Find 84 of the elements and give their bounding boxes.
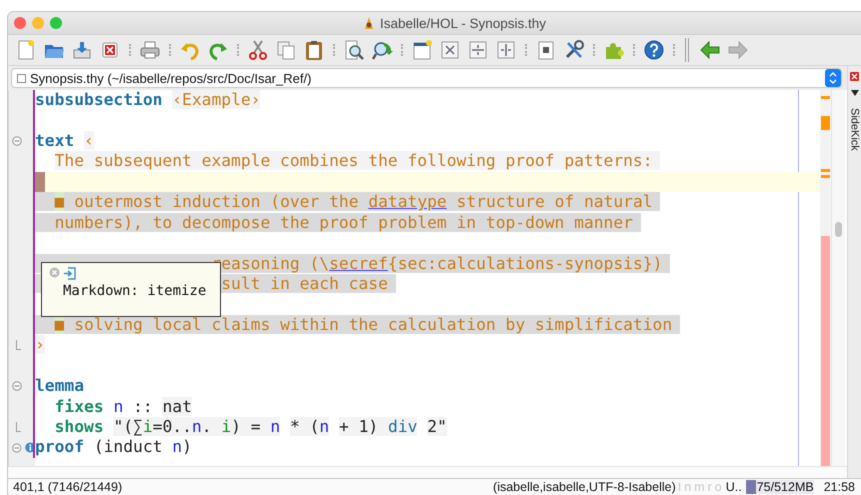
fold-end-icon	[16, 340, 21, 350]
prose-text: {sec:calculations-synopsis})	[388, 254, 670, 272]
overview-marker[interactable]	[821, 169, 830, 172]
prose-text: reasoning (\	[211, 254, 330, 272]
scroll-thumb[interactable]	[835, 222, 842, 237]
reference-link[interactable]: datatype	[368, 192, 447, 212]
window-star-icon[interactable]	[411, 39, 433, 61]
memory-reading: 75/512MB	[756, 480, 814, 494]
variable: n	[270, 417, 280, 436]
string-text: * (	[290, 417, 320, 436]
string-text: + 1)	[339, 417, 388, 436]
code-text: )	[182, 437, 192, 456]
keyword: text	[35, 130, 74, 150]
clock: 21:58	[824, 480, 855, 494]
overview-marker[interactable]	[821, 96, 830, 99]
keyword: shows	[54, 417, 104, 436]
type-name: nat	[162, 396, 192, 416]
clipboard-icon[interactable]	[303, 39, 325, 61]
tools-icon[interactable]	[563, 39, 585, 61]
stepper-icon[interactable]	[825, 69, 841, 87]
tooltip-text: Markdown: itemize	[62, 282, 208, 299]
prose-text: numbers), to decompose the proof problem in top-down manner	[54, 212, 641, 232]
keyword: proof	[35, 437, 84, 456]
string-text: .	[202, 417, 222, 436]
fold-icon[interactable]	[12, 381, 22, 392]
bullet-mark: ■	[54, 192, 64, 212]
close-window-button[interactable]	[14, 17, 26, 29]
caret-position: 401,1 (7146/21449)	[13, 480, 122, 494]
text-cartouche: ‹	[84, 130, 94, 150]
fold-icon[interactable]	[12, 442, 22, 453]
variable: n	[192, 417, 202, 436]
bound-variable: i	[221, 417, 232, 436]
variable: n	[319, 417, 330, 436]
code-text: ::	[133, 396, 154, 416]
app-icon	[362, 16, 375, 30]
prose-text: sult in each case	[221, 274, 396, 293]
constant: div	[388, 417, 418, 436]
code-text: (induct	[94, 437, 164, 456]
text-cursor	[35, 172, 45, 192]
overview-marker[interactable]	[821, 116, 830, 130]
keyword: lemma	[35, 376, 84, 396]
status-item[interactable]: U..	[726, 480, 742, 494]
copy-icon[interactable]	[275, 39, 297, 61]
fold-end-icon	[16, 422, 21, 432]
mode-info: (isabelle,isabelle,UTF-8-Isabelle)	[493, 480, 676, 494]
back-icon[interactable]	[699, 39, 721, 61]
horizontal-scrollbar[interactable]	[8, 466, 847, 478]
split-horizontal-icon[interactable]	[467, 39, 489, 61]
pin-arrow-icon[interactable]	[64, 267, 76, 280]
overview-marker[interactable]	[821, 175, 830, 178]
help-icon[interactable]	[643, 39, 665, 61]
prose-text: outermost induction (over the	[74, 192, 368, 212]
prose-text: solving local claims within the calculation by simplification	[74, 314, 680, 334]
reference-link[interactable]: secref	[329, 254, 388, 272]
window-title: Isabelle/HOL - Synopsis.thy	[380, 16, 546, 30]
dock-tab[interactable]: SideKick	[848, 108, 860, 151]
variable: n	[172, 437, 182, 456]
split-vertical-icon[interactable]	[495, 39, 517, 61]
string-text: =0..	[152, 417, 192, 436]
text-cartouche: ‹Example›	[172, 90, 260, 109]
scrollbar[interactable]	[831, 90, 845, 466]
string-text: "(∑	[113, 417, 143, 436]
variable: n	[113, 396, 124, 416]
printer-icon[interactable]	[139, 39, 161, 61]
string-text: ) =	[231, 417, 270, 436]
search-icon[interactable]	[343, 39, 365, 61]
bound-variable: i	[142, 417, 153, 436]
zoom-button[interactable]	[50, 17, 62, 29]
scissors-icon[interactable]	[247, 39, 269, 61]
prose-text: The subsequent example combines the following proof patterns:	[54, 151, 660, 170]
keyword: subsubsection	[35, 90, 162, 109]
fold-icon[interactable]	[12, 136, 22, 146]
file-selector[interactable]: Synopsis.thy (~/isabelle/repos/src/Doc/Isar_Ref/)	[11, 68, 842, 88]
info-icon[interactable]	[24, 442, 35, 454]
file-status-icon	[17, 74, 26, 82]
expand-icon[interactable]	[439, 39, 461, 61]
save-icon[interactable]	[71, 39, 93, 61]
triangle-icon[interactable]	[850, 90, 858, 96]
keyword: fixes	[54, 396, 104, 416]
prose-text: structure of natural	[456, 192, 660, 212]
close-icon[interactable]	[850, 72, 859, 81]
text-cartouche: ›	[35, 335, 45, 354]
text-background	[64, 192, 74, 212]
string-text: 2"	[427, 417, 447, 436]
